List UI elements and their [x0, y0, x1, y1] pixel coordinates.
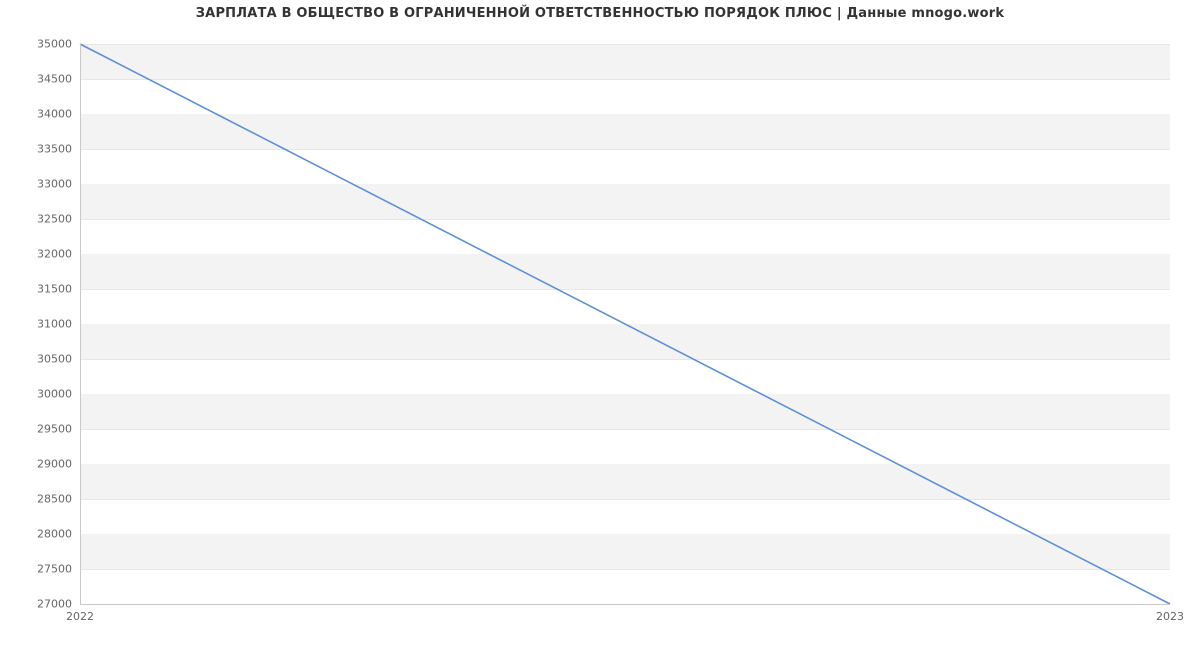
y-tick-label: 34500: [12, 73, 72, 86]
y-tick-label: 32000: [12, 248, 72, 261]
y-tick-label: 27500: [12, 563, 72, 576]
y-tick-label: 31500: [12, 283, 72, 296]
series-line: [80, 44, 1170, 604]
y-tick-label: 29000: [12, 458, 72, 471]
line-series: [80, 44, 1170, 604]
y-tick-label: 30500: [12, 353, 72, 366]
y-tick-label: 27000: [12, 598, 72, 611]
y-tick-label: 35000: [12, 38, 72, 51]
y-tick-label: 33000: [12, 178, 72, 191]
y-tick-label: 28500: [12, 493, 72, 506]
x-axis-line: [80, 604, 1170, 605]
y-tick-label: 30000: [12, 388, 72, 401]
y-tick-label: 33500: [12, 143, 72, 156]
y-axis-line: [80, 44, 81, 604]
y-tick-label: 29500: [12, 423, 72, 436]
plot-area: [80, 44, 1170, 604]
y-tick-label: 32500: [12, 213, 72, 226]
x-tick-label: 2023: [1156, 610, 1184, 623]
chart-container: ЗАРПЛАТА В ОБЩЕСТВО В ОГРАНИЧЕННОЙ ОТВЕТ…: [0, 0, 1200, 650]
x-tick-label: 2022: [66, 610, 94, 623]
chart-title: ЗАРПЛАТА В ОБЩЕСТВО В ОГРАНИЧЕННОЙ ОТВЕТ…: [0, 6, 1200, 21]
y-tick-label: 31000: [12, 318, 72, 331]
y-tick-label: 28000: [12, 528, 72, 541]
y-tick-label: 34000: [12, 108, 72, 121]
